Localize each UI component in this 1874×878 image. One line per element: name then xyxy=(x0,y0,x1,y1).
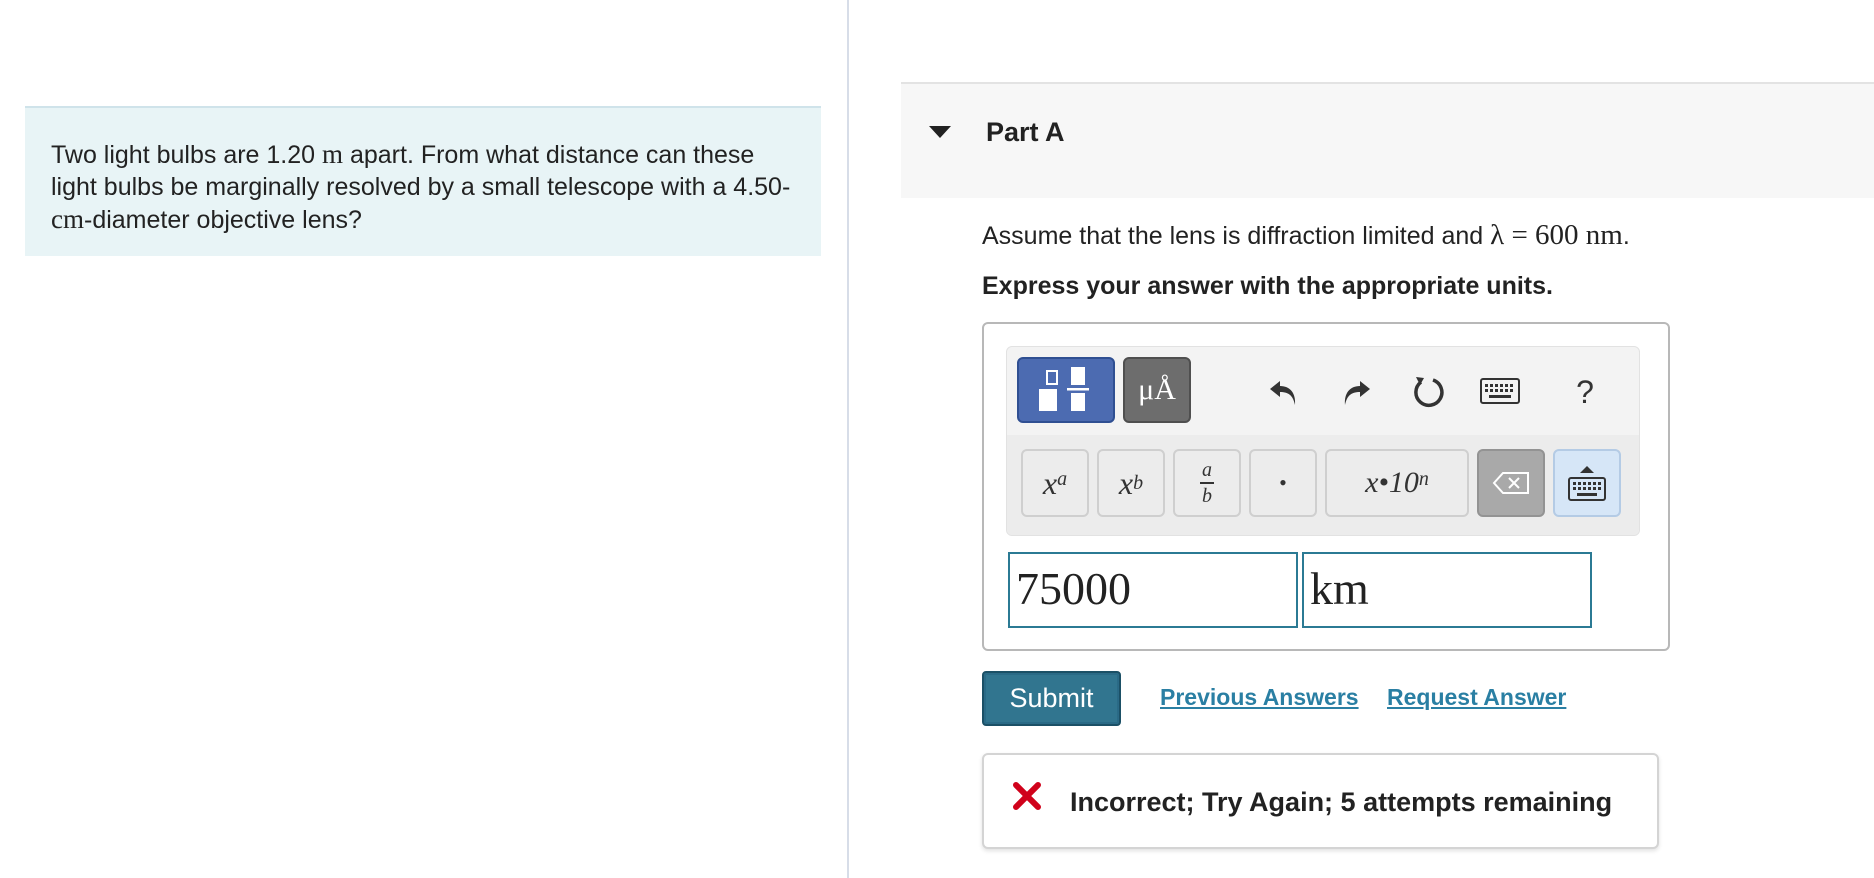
collapse-caret-icon[interactable] xyxy=(929,126,951,138)
wavelength-math: λ = 600 nm xyxy=(1490,219,1623,251)
undo-icon[interactable] xyxy=(1259,367,1309,417)
superscript-button[interactable]: xa xyxy=(1021,449,1089,517)
panel-divider xyxy=(847,0,849,878)
units-button[interactable]: μÅ xyxy=(1123,357,1191,423)
previous-answers-link[interactable]: Previous Answers xyxy=(1160,684,1359,711)
problem-text-1: Two light bulbs are 1.20 xyxy=(51,141,322,169)
redo-icon[interactable] xyxy=(1331,367,1381,417)
fraction-numerator: a xyxy=(1202,459,1212,482)
problem-statement: Two light bulbs are 1.20 m apart. From w… xyxy=(25,106,821,256)
submit-button[interactable]: Submit xyxy=(982,671,1121,726)
fraction-button[interactable]: a b xyxy=(1173,449,1241,517)
subscript-sub: b xyxy=(1133,471,1144,494)
sci-exp: n xyxy=(1418,467,1429,490)
problem-text-3: -diameter objective lens? xyxy=(84,206,362,234)
instruction-text: Express your answer with the appropriate… xyxy=(982,272,1553,300)
superscript-exp: a xyxy=(1057,467,1068,490)
help-button[interactable]: ? xyxy=(1565,367,1605,417)
part-title: Part A xyxy=(986,117,1065,147)
dot-button[interactable]: • xyxy=(1249,449,1317,517)
show-keyboard-button[interactable] xyxy=(1553,449,1621,517)
request-answer-link[interactable]: Request Answer xyxy=(1387,684,1566,711)
math-toolbar: μÅ ? xa xb a b • x•10 n xyxy=(1006,346,1640,536)
templates-button[interactable] xyxy=(1017,357,1115,423)
part-a-header[interactable]: Part A xyxy=(901,82,1874,198)
scientific-notation-button[interactable]: x•10 n xyxy=(1325,449,1469,517)
subscript-button[interactable]: xb xyxy=(1097,449,1165,517)
fraction-denominator: b xyxy=(1202,484,1212,507)
keyboard-toggle-icon xyxy=(1568,466,1606,501)
incorrect-x-icon xyxy=(1013,782,1041,810)
delete-button[interactable] xyxy=(1477,449,1545,517)
keyboard-icon[interactable] xyxy=(1477,373,1523,409)
assume-end: . xyxy=(1622,222,1630,250)
unit-cm: cm xyxy=(51,204,84,234)
answer-value-input[interactable]: 75000 xyxy=(1008,552,1298,628)
answer-editor: μÅ ? xa xb a b • x•10 n 75000 km xyxy=(982,322,1670,651)
assume-prefix: Assume that the lens is diffraction limi… xyxy=(982,222,1491,250)
reset-icon[interactable] xyxy=(1403,367,1453,417)
templates-icon xyxy=(1039,367,1089,411)
feedback-box: Incorrect; Try Again; 5 attempts remaini… xyxy=(982,753,1659,849)
superscript-base: x xyxy=(1042,464,1058,501)
fraction-bar xyxy=(1200,482,1214,484)
assumption-text: Assume that the lens is diffraction limi… xyxy=(982,219,1630,252)
unit-m: m xyxy=(322,139,344,169)
sci-base: x•10 xyxy=(1365,466,1419,499)
backspace-icon xyxy=(1492,472,1529,494)
answer-unit-input[interactable]: km xyxy=(1302,552,1592,628)
feedback-text: Incorrect; Try Again; 5 attempts remaini… xyxy=(1070,787,1613,817)
subscript-base: x xyxy=(1118,464,1134,501)
